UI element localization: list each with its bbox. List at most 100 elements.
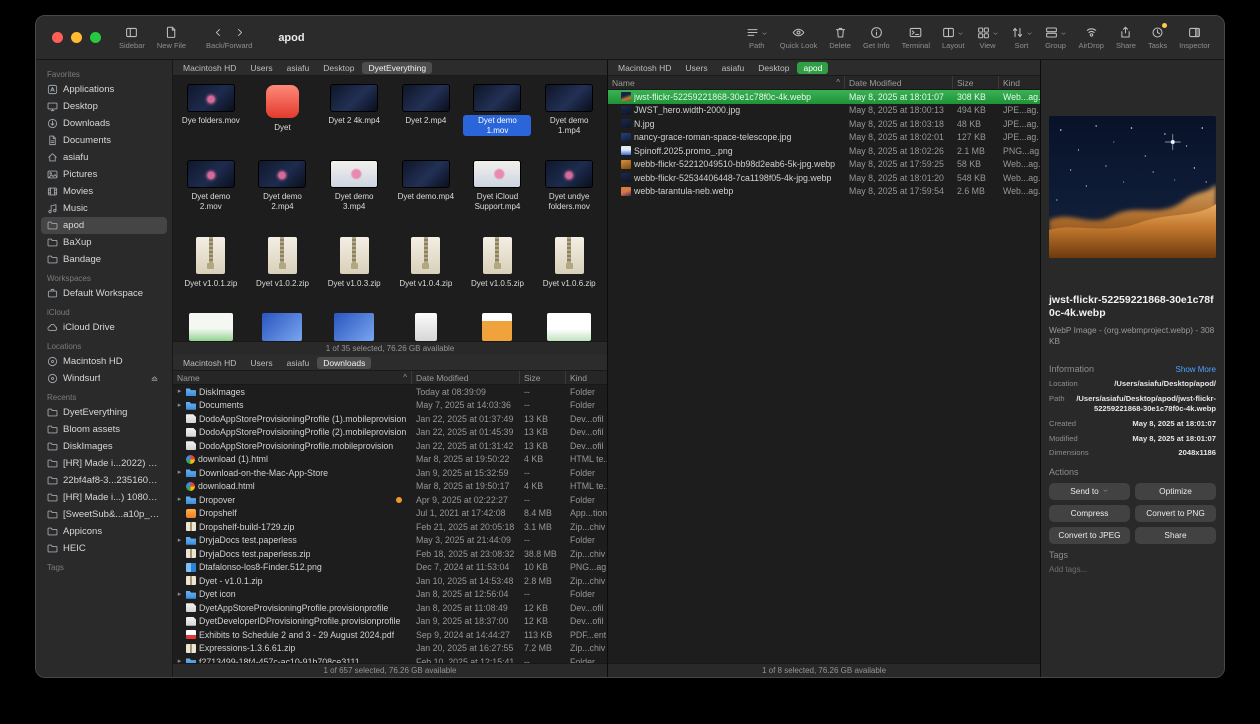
breadcrumb-macintosh-hd[interactable]: Macintosh HD	[177, 357, 242, 369]
forward-icon[interactable]	[234, 27, 245, 38]
column-header-name[interactable]: Name^	[608, 76, 845, 89]
grid-item-dyet-demo-1-mp4[interactable]: Dyet demo 1.mp4	[533, 82, 605, 158]
breadcrumb-macintosh-hd[interactable]: Macintosh HD	[177, 62, 242, 74]
file-row-dodoappstoreprovisioningprofile-1-mobileprovision[interactable]: DodoAppStoreProvisioningProfile (1).mobi…	[173, 412, 607, 426]
breadcrumb-asiafu[interactable]: asiafu	[281, 357, 316, 369]
grid-item-dyet[interactable]: Dyet	[247, 82, 319, 158]
sidebar-item-default-workspace[interactable]: Default Workspace	[41, 285, 167, 302]
file-row-download-1-html[interactable]: download (1).htmlMar 8, 2025 at 19:50:22…	[173, 453, 607, 467]
zoom-button[interactable]	[90, 32, 101, 43]
file-row-nancy-grace-roman-space-telescope-jpg[interactable]: nancy-grace-roman-space-telescope.jpgMay…	[608, 131, 1040, 145]
sidebar-item-asiafu[interactable]: asiafu	[41, 149, 167, 166]
disclosure-triangle-icon[interactable]: ▸	[176, 496, 183, 503]
sidebar-item-diskimages[interactable]: DiskImages	[41, 438, 167, 455]
file-row-exhibits-to-schedule-2-and-3-29-august-2024-pdf[interactable]: Exhibits to Schedule 2 and 3 - 29 August…	[173, 628, 607, 642]
grid-item-dyet-v1-0-4-zip[interactable]: Dyet v1.0.4.zip	[390, 234, 462, 310]
sidebar-item-windsurf[interactable]: Windsurf	[41, 370, 167, 387]
file-row-n-jpg[interactable]: N.jpgMay 8, 2025 at 18:03:1848 KBJPE...a…	[608, 117, 1040, 131]
breadcrumb-macintosh-hd[interactable]: Macintosh HD	[612, 62, 677, 74]
view-button[interactable]: View	[971, 23, 1005, 52]
file-row-jwst-hero-width-2000-jpg[interactable]: JWST_hero.width-2000.jpgMay 8, 2025 at 1…	[608, 104, 1040, 118]
sidebar-item-music[interactable]: Music	[41, 200, 167, 217]
grid-item-item[interactable]	[462, 310, 534, 341]
sidebar-item-dyeteverything[interactable]: DyetEverything	[41, 404, 167, 421]
column-header-date-modified[interactable]: Date Modified	[412, 371, 520, 384]
sidebar-item-baxup[interactable]: BaXup	[41, 234, 167, 251]
action-button-share[interactable]: Share	[1135, 527, 1216, 544]
file-row-dryjadocs-test-paperless-zip[interactable]: DryjaDocs test.paperless.zipFeb 18, 2025…	[173, 547, 607, 561]
sidebar-item-appicons[interactable]: Appicons	[41, 523, 167, 540]
grid-item-item[interactable]	[247, 310, 319, 341]
breadcrumb-asiafu[interactable]: asiafu	[281, 62, 316, 74]
disclosure-triangle-icon[interactable]: ▸	[176, 469, 183, 476]
share-button[interactable]: Share	[1110, 23, 1142, 52]
file-row-dyet-icon[interactable]: ▸Dyet iconJan 8, 2025 at 12:56:04--Folde…	[173, 588, 607, 602]
sidebar-item-movies[interactable]: Movies	[41, 183, 167, 200]
grid-item-dyet-v1-0-6-zip[interactable]: Dyet v1.0.6.zip	[533, 234, 605, 310]
file-row-download-on-the-mac-app-store[interactable]: ▸Download-on-the-Mac-App-StoreJan 9, 202…	[173, 466, 607, 480]
file-row-download-html[interactable]: download.htmlMar 8, 2025 at 19:50:174 KB…	[173, 480, 607, 494]
action-button-optimize[interactable]: Optimize	[1135, 483, 1216, 500]
breadcrumb-desktop[interactable]: Desktop	[752, 62, 795, 74]
inspector-button[interactable]: Inspector	[1173, 23, 1216, 52]
action-button-send-to[interactable]: Send to	[1049, 483, 1130, 500]
grid-item-dyet-v1-0-5-zip[interactable]: Dyet v1.0.5.zip	[462, 234, 534, 310]
disclosure-triangle-icon[interactable]: ▸	[176, 591, 183, 598]
column-header-size[interactable]: Size	[520, 371, 566, 384]
grid-item-dye-folders-mov[interactable]: Dye folders.mov	[175, 82, 247, 158]
breadcrumb-users[interactable]: Users	[244, 357, 278, 369]
file-row-dryjadocs-test-paperless[interactable]: ▸DryjaDocs test.paperlessMay 3, 2025 at …	[173, 534, 607, 548]
grid-item-dyet-2-mp4[interactable]: Dyet 2.mp4	[390, 82, 462, 158]
breadcrumb-downloads[interactable]: Downloads	[317, 357, 371, 369]
grid-item-dyet-demo-mp4[interactable]: Dyet demo.mp4	[390, 158, 462, 234]
eject-icon[interactable]	[150, 374, 161, 383]
grid-item-item[interactable]	[175, 310, 247, 341]
column-header-date-modified[interactable]: Date Modified	[845, 76, 953, 89]
file-row-documents[interactable]: ▸DocumentsMay 7, 2025 at 14:03:36--Folde…	[173, 399, 607, 413]
sidebar-button[interactable]: Sidebar	[113, 23, 151, 52]
minimize-button[interactable]	[71, 32, 82, 43]
grid-item-dyet-2-4k-mp4[interactable]: Dyet 2 4k.mp4	[318, 82, 390, 158]
sidebar-item-sweetsub-a10p-1080p[interactable]: [SweetSub&...a10p_1080p]	[41, 506, 167, 523]
disclosure-triangle-icon[interactable]: ▸	[176, 388, 183, 395]
file-row-dodoappstoreprovisioningprofile-2-mobileprovision[interactable]: DodoAppStoreProvisioningProfile (2).mobi…	[173, 426, 607, 440]
path-button[interactable]: Path	[740, 23, 774, 52]
sort-button[interactable]: Sort	[1005, 23, 1039, 52]
grid-item-dyet-demo-2-mov[interactable]: Dyet demo 2.mov	[175, 158, 247, 234]
file-row-webb-tarantula-neb-webp[interactable]: webb-tarantula-neb.webpMay 8, 2025 at 17…	[608, 185, 1040, 199]
file-row-dyetdeveloperidprovisioningprofile-provisionprofile[interactable]: DyetDeveloperIDProvisioningProfile.provi…	[173, 615, 607, 629]
grid-item-dyet-demo-1-mov[interactable]: Dyet demo 1.mov	[462, 82, 534, 158]
sidebar-item-applications[interactable]: Applications	[41, 81, 167, 98]
grid-item-dyet-icloud-support-mp4[interactable]: Dyet iCloud Support.mp4	[462, 158, 534, 234]
grid-item-item[interactable]	[390, 310, 462, 341]
action-button-compress[interactable]: Compress	[1049, 505, 1130, 522]
file-row-expressions-1-3-6-61-zip[interactable]: Expressions-1.3.6.61.zipJan 20, 2025 at …	[173, 642, 607, 656]
get-info-button[interactable]: Get Info	[857, 23, 896, 52]
grid-item-item[interactable]	[533, 310, 605, 341]
column-header-kind[interactable]: Kind	[999, 76, 1040, 89]
sidebar-item-heic[interactable]: HEIC	[41, 540, 167, 557]
group-button[interactable]: Group	[1039, 23, 1073, 52]
close-button[interactable]	[52, 32, 63, 43]
layout-button[interactable]: Layout	[936, 23, 971, 52]
grid-item-dyet-v1-0-1-zip[interactable]: Dyet v1.0.1.zip	[175, 234, 247, 310]
sidebar-item-macintosh-hd[interactable]: Macintosh HD	[41, 353, 167, 370]
action-button-convert-to-png[interactable]: Convert to PNG	[1135, 505, 1216, 522]
file-row-webb-flickr-52534406448-7ca1198f05-4k-jpg-webp[interactable]: webb-flickr-52534406448-7ca1198f05-4k-jp…	[608, 171, 1040, 185]
sidebar-item-icloud-drive[interactable]: iCloud Drive	[41, 319, 167, 336]
file-row-dyet-v1-0-1-zip[interactable]: Dyet - v1.0.1.zipJan 10, 2025 at 14:53:4…	[173, 574, 607, 588]
show-more-link[interactable]: Show More	[1176, 365, 1216, 374]
file-row-f2713499-18f4-457c-ac10-91b708ce3111[interactable]: ▸f2713499-18f4-457c-ac10-91b708ce3111Feb…	[173, 655, 607, 663]
breadcrumb-apod[interactable]: apod	[797, 62, 828, 74]
grid-item-dyet-demo-2-mp4[interactable]: Dyet demo 2.mp4	[247, 158, 319, 234]
add-tags-input[interactable]: Add tags...	[1049, 563, 1216, 576]
sidebar-item-desktop[interactable]: Desktop	[41, 98, 167, 115]
file-row-dyetappstoreprovisioningprofile-provisionprofile[interactable]: DyetAppStoreProvisioningProfile.provisio…	[173, 601, 607, 615]
file-row-webb-flickr-52212049510-bb98d2eab6-5k-jpg-webp[interactable]: webb-flickr-52212049510-bb98d2eab6-5k-jp…	[608, 158, 1040, 172]
back-icon[interactable]	[213, 27, 224, 38]
sidebar-item-apod[interactable]: apod	[41, 217, 167, 234]
delete-button[interactable]: Delete	[823, 23, 857, 52]
disclosure-triangle-icon[interactable]: ▸	[176, 402, 183, 409]
tasks-button[interactable]: Tasks	[1142, 23, 1173, 52]
grid-item-dyet-v1-0-3-zip[interactable]: Dyet v1.0.3.zip	[318, 234, 390, 310]
